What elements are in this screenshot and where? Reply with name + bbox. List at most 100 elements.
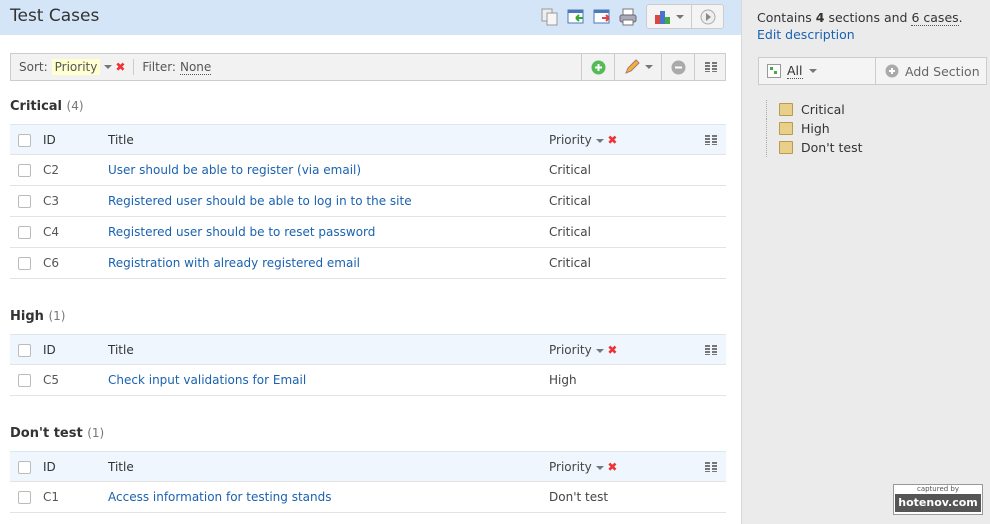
table-header: ID Title Priority ✖: [10, 124, 726, 155]
filter-value[interactable]: None: [179, 60, 212, 75]
table-header: ID Title Priority ✖: [10, 451, 726, 482]
tree-item[interactable]: Don't test: [766, 138, 863, 157]
chevron-down-icon: [675, 14, 684, 19]
section-heading: Don't test (1): [10, 423, 726, 443]
add-case-button[interactable]: [581, 54, 614, 80]
section-count: (1): [48, 309, 66, 323]
watermark-line1: captured by: [916, 485, 960, 493]
export-icon[interactable]: [592, 7, 612, 27]
sections-count: 4: [815, 10, 825, 25]
column-priority[interactable]: Priority ✖: [549, 133, 617, 147]
delete-button[interactable]: [661, 54, 694, 80]
row-checkbox[interactable]: [18, 164, 31, 177]
case-priority: Critical: [549, 163, 591, 177]
folder-icon: [779, 103, 793, 116]
copy-icon[interactable]: [540, 7, 560, 27]
tree-item-label: High: [801, 121, 830, 136]
column-priority[interactable]: Priority ✖: [549, 343, 617, 357]
bar-chart-icon: [654, 10, 670, 24]
case-priority: High: [549, 373, 577, 387]
row-checkbox[interactable]: [18, 195, 31, 208]
columns-button[interactable]: [694, 54, 726, 80]
edit-description-link[interactable]: Edit description: [757, 27, 855, 42]
row-checkbox[interactable]: [18, 257, 31, 270]
tree-item-label: Don't test: [801, 140, 863, 155]
row-checkbox[interactable]: [18, 491, 31, 504]
run-button[interactable]: [692, 5, 723, 28]
priority-label: Priority: [549, 343, 592, 357]
column-title: Title: [108, 133, 134, 147]
tree-item-label: Critical: [801, 102, 845, 117]
case-id: C5: [43, 373, 60, 387]
edit-button[interactable]: [614, 54, 661, 80]
sort-label: Sort:: [19, 60, 48, 74]
section-heading: Critical (4): [10, 96, 726, 116]
case-id: C2: [43, 163, 60, 177]
main-area: Test Cases Sort: Priority ✖ Filter: None…: [0, 0, 741, 524]
case-id: C1: [43, 490, 60, 504]
case-id: C6: [43, 256, 60, 270]
add-section-button[interactable]: Add Section: [876, 58, 986, 84]
pencil-icon: [624, 59, 640, 74]
section-count: (1): [87, 426, 105, 440]
case-priority: Don't test: [549, 490, 609, 504]
report-button[interactable]: [647, 5, 693, 28]
watermark: captured by hotenov.com: [893, 484, 983, 515]
case-priority: Critical: [549, 256, 591, 270]
section-filter-value: All: [787, 63, 803, 79]
case-priority: Critical: [549, 194, 591, 208]
case-title-link[interactable]: Check input validations for Email: [108, 373, 306, 387]
select-all-checkbox[interactable]: [18, 134, 31, 147]
row-checkbox[interactable]: [18, 374, 31, 387]
sort-dropdown-icon[interactable]: [595, 138, 604, 143]
column-id: ID: [43, 460, 56, 474]
sort-dropdown-icon[interactable]: [595, 348, 604, 353]
suite-summary: Contains 4 sections and 6 cases. Edit de…: [757, 10, 963, 42]
add-section-label: Add Section: [905, 63, 980, 79]
columns-button[interactable]: [705, 462, 717, 472]
sort-dropdown-icon[interactable]: [104, 65, 113, 69]
section-toolbar: All Add Section: [758, 57, 987, 85]
sort-dropdown-icon[interactable]: [595, 465, 604, 470]
select-all-checkbox[interactable]: [18, 344, 31, 357]
remove-icon: [671, 60, 685, 74]
page-title: Test Cases: [10, 6, 100, 26]
table-row: C3 Registered user should be able to log …: [10, 186, 726, 217]
add-icon: [885, 64, 899, 78]
columns-button[interactable]: [705, 345, 717, 355]
section-filter-dropdown[interactable]: All: [759, 58, 876, 84]
tree-item[interactable]: Critical: [766, 100, 863, 119]
priority-label: Priority: [549, 460, 592, 474]
table-row: C1 Access information for testing stands D…: [10, 482, 726, 513]
table-row: C6 Registration with already registered e…: [10, 248, 726, 279]
case-title-link[interactable]: Access information for testing stands: [108, 490, 331, 504]
select-all-checkbox[interactable]: [18, 461, 31, 474]
play-icon: [700, 9, 716, 24]
columns-button[interactable]: [705, 135, 717, 145]
divider: [133, 59, 135, 75]
column-id: ID: [43, 343, 56, 357]
watermark-line2: hotenov.com: [895, 494, 981, 512]
column-title: Title: [108, 460, 134, 474]
case-title-link[interactable]: Registered user should be to reset passw…: [108, 225, 375, 239]
tree-item[interactable]: High: [766, 119, 863, 138]
cases-count-link[interactable]: 6 cases: [911, 10, 959, 26]
case-title-link[interactable]: Registration with already registered ema…: [108, 256, 360, 270]
section-2: Don't test (1) ID Title Priority ✖ C1 Access …: [10, 423, 726, 513]
column-priority[interactable]: Priority ✖: [549, 460, 617, 474]
import-icon[interactable]: [566, 7, 586, 27]
remove-sort-icon[interactable]: ✖: [115, 60, 125, 74]
case-title-link[interactable]: User should be able to register (via ema…: [108, 163, 361, 177]
folder-icon: [779, 122, 793, 135]
case-id: C4: [43, 225, 60, 239]
print-icon[interactable]: [618, 7, 638, 27]
section-name: High: [10, 309, 44, 324]
remove-sort-icon[interactable]: ✖: [607, 133, 617, 147]
table-row: C2 User should be able to register (via e…: [10, 155, 726, 186]
row-checkbox[interactable]: [18, 226, 31, 239]
report-button-group: [646, 4, 724, 29]
case-title-link[interactable]: Registered user should be able to log in…: [108, 194, 412, 208]
remove-sort-icon[interactable]: ✖: [607, 460, 617, 474]
remove-sort-icon[interactable]: ✖: [607, 343, 617, 357]
sort-value[interactable]: Priority: [51, 59, 101, 75]
